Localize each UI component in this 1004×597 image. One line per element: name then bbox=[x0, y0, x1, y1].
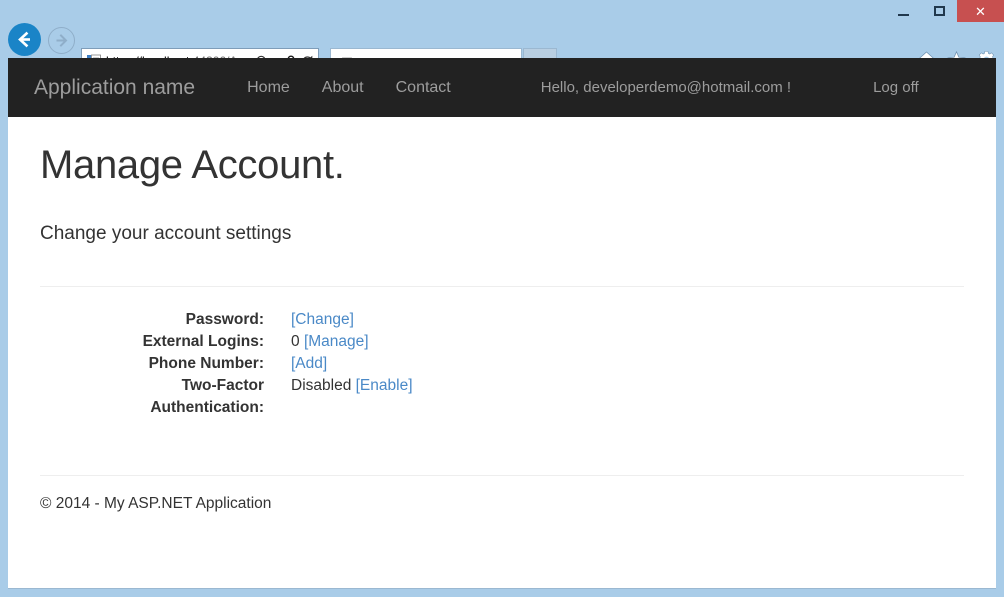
account-row-password: Password: [Change] bbox=[34, 309, 970, 331]
account-term-external-logins: External Logins: bbox=[34, 331, 264, 353]
log-off-link[interactable]: Log off bbox=[857, 79, 935, 96]
page-body: Manage Account. Change your account sett… bbox=[8, 143, 996, 513]
account-value-password: [Change] bbox=[291, 309, 354, 331]
enable-two-factor-link[interactable]: [Enable] bbox=[356, 377, 413, 394]
footer-divider bbox=[40, 475, 964, 476]
account-term-phone-number: Phone Number: bbox=[34, 353, 264, 375]
page-subtitle: Change your account settings bbox=[40, 223, 970, 246]
page-footer: © 2014 - My ASP.NET Application bbox=[40, 495, 970, 513]
forward-button[interactable] bbox=[48, 27, 75, 54]
minimize-button[interactable] bbox=[885, 0, 921, 22]
external-logins-count: 0 bbox=[291, 333, 304, 350]
two-factor-term-line1: Two-Factor bbox=[34, 375, 264, 397]
minimize-icon bbox=[898, 14, 909, 16]
account-value-two-factor: Disabled [Enable] bbox=[291, 375, 413, 397]
account-value-external-logins: 0 [Manage] bbox=[291, 331, 369, 353]
nav-link-about[interactable]: About bbox=[306, 79, 380, 97]
nav-link-contact[interactable]: Contact bbox=[380, 79, 467, 97]
brand-link[interactable]: Application name bbox=[34, 76, 195, 100]
account-term-two-factor: Two-FactorAuthentication: bbox=[34, 375, 264, 419]
browser-window: ✕ bbox=[0, 0, 1004, 597]
account-term-password: Password: bbox=[34, 309, 264, 331]
window-controls: ✕ bbox=[885, 0, 1004, 22]
user-greeting-link[interactable]: Hello, developerdemo@hotmail.com ! bbox=[525, 79, 807, 96]
title-bar: ✕ bbox=[0, 0, 1004, 22]
content-divider bbox=[40, 286, 964, 287]
close-icon: ✕ bbox=[975, 5, 986, 18]
manage-external-logins-link[interactable]: [Manage] bbox=[304, 333, 369, 350]
account-row-phone-number: Phone Number: [Add] bbox=[34, 353, 970, 375]
account-row-two-factor: Two-FactorAuthentication: Disabled [Enab… bbox=[34, 375, 970, 419]
site-navbar: Application name Home About Contact Hell… bbox=[8, 58, 996, 117]
account-row-external-logins: External Logins: 0 [Manage] bbox=[34, 331, 970, 353]
back-arrow-icon bbox=[15, 30, 34, 49]
forward-arrow-icon bbox=[54, 33, 69, 48]
page-viewport: Application name Home About Contact Hell… bbox=[8, 58, 996, 589]
nav-link-home[interactable]: Home bbox=[231, 79, 306, 97]
browser-navigation-row: https://localhost:44306/Acc bbox=[0, 22, 1004, 58]
account-value-phone-number: [Add] bbox=[291, 353, 327, 375]
close-button[interactable]: ✕ bbox=[957, 0, 1004, 22]
back-button[interactable] bbox=[8, 23, 41, 56]
account-details-list: Password: [Change] External Logins: 0 [M… bbox=[34, 309, 970, 419]
two-factor-status: Disabled bbox=[291, 377, 356, 394]
maximize-icon bbox=[934, 6, 945, 16]
maximize-button[interactable] bbox=[921, 0, 957, 22]
primary-nav: Home About Contact bbox=[231, 79, 467, 97]
footer-copyright: © 2014 - My ASP.NET Application bbox=[40, 495, 970, 513]
add-phone-number-link[interactable]: [Add] bbox=[291, 355, 327, 372]
two-factor-term-line2: Authentication: bbox=[34, 397, 264, 419]
change-password-link[interactable]: [Change] bbox=[291, 311, 354, 328]
page-title: Manage Account. bbox=[40, 143, 970, 187]
user-nav: Hello, developerdemo@hotmail.com ! Log o… bbox=[525, 79, 935, 96]
